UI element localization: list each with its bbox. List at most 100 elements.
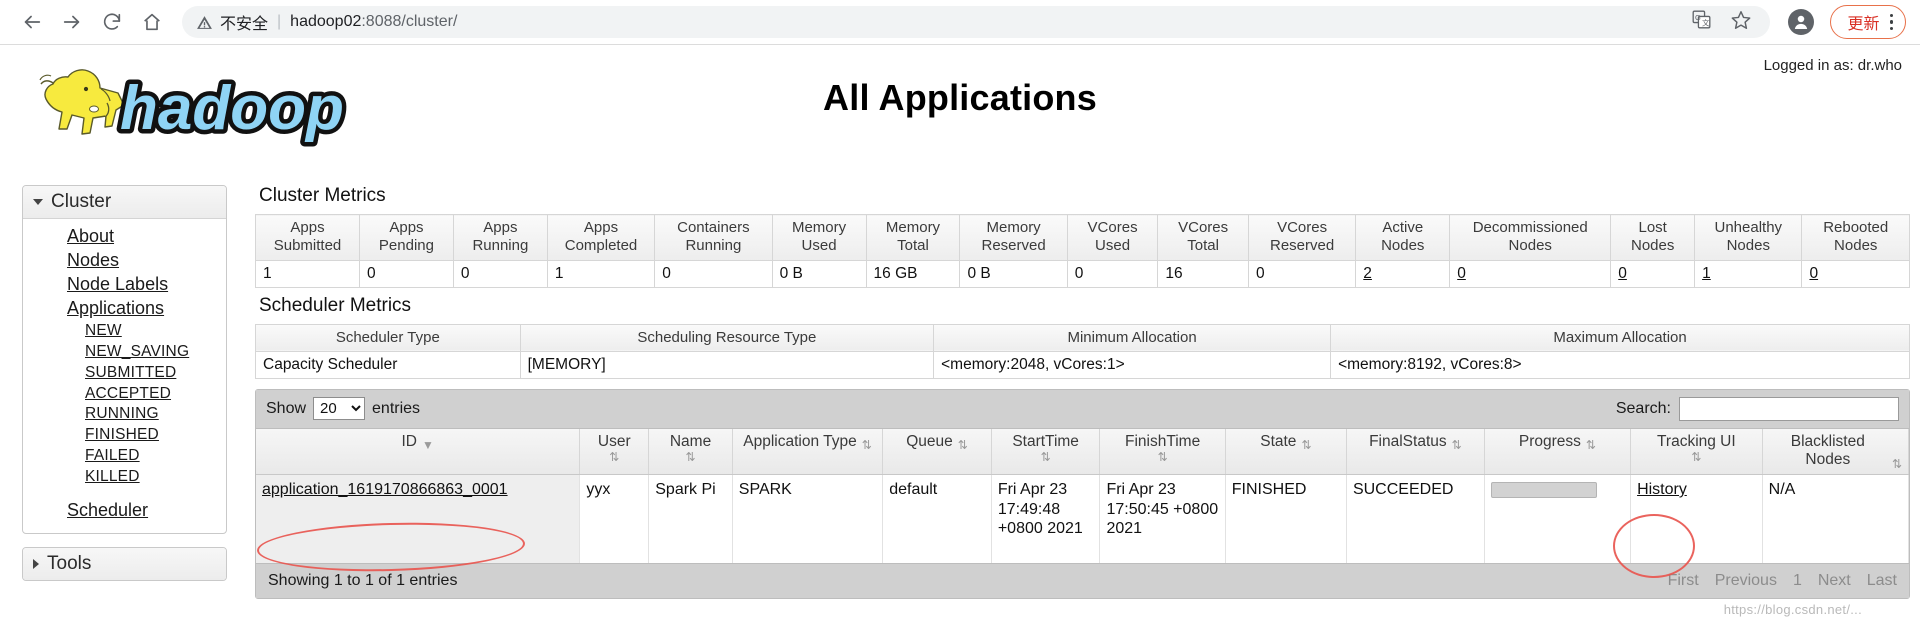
reload-button[interactable]: [94, 4, 130, 40]
sidebar-item-about[interactable]: About: [23, 225, 226, 249]
rebooted-nodes-link[interactable]: 0: [1809, 265, 1818, 282]
sidebar-item-node-labels[interactable]: Node Labels: [23, 273, 226, 297]
pagination-previous[interactable]: Previous: [1715, 572, 1777, 590]
th-state[interactable]: State ⇅: [1225, 428, 1347, 476]
td-scheduling-resource-type: [MEMORY]: [519, 351, 935, 379]
sidebar-item-state-killed[interactable]: KILLED: [23, 467, 226, 488]
sort-both-icon[interactable]: ⇅: [1301, 439, 1311, 451]
star-icon[interactable]: [1730, 9, 1752, 36]
sort-both-icon[interactable]: ⇅: [862, 439, 872, 451]
sidebar-item-state-finished[interactable]: FINISHED: [23, 425, 226, 446]
th-name[interactable]: Name ⇅: [648, 428, 733, 476]
page-length-select[interactable]: 20 50 100: [313, 397, 366, 421]
not-secure-warning-icon[interactable]: [196, 14, 213, 31]
td-active-nodes[interactable]: 2: [1355, 260, 1451, 288]
cell-id[interactable]: application_1619170866863_0001: [256, 474, 581, 563]
th-user[interactable]: User ⇅: [579, 428, 650, 476]
th-apps-completed: Apps Completed: [546, 214, 656, 261]
home-button[interactable]: [134, 4, 170, 40]
sidebar-item-state-new-saving[interactable]: NEW_SAVING: [23, 342, 226, 363]
th-final-status[interactable]: FinalStatus ⇅: [1346, 428, 1485, 476]
reload-icon: [101, 11, 123, 33]
th-blacklisted-nodes[interactable]: Blacklisted Nodes ⇅: [1762, 428, 1910, 476]
sort-both-icon[interactable]: ⇅: [1892, 458, 1902, 470]
th-tracking-ui[interactable]: Tracking UI ⇅: [1630, 428, 1763, 476]
translate-icon[interactable]: G文: [1691, 9, 1712, 35]
search-input[interactable]: [1679, 396, 1899, 421]
page-title: All Applications: [823, 77, 1097, 118]
datatable-footer: Showing 1 to 1 of 1 entries First Previo…: [256, 562, 1909, 598]
pagination-last[interactable]: Last: [1867, 572, 1897, 590]
scheduler-metrics-value-row: Capacity Scheduler [MEMORY] <memory:2048…: [255, 351, 1910, 379]
th-apps-running: Apps Running: [452, 214, 548, 261]
sidebar-item-state-submitted[interactable]: SUBMITTED: [23, 363, 226, 384]
td-lost-nodes[interactable]: 0: [1610, 260, 1696, 288]
unhealthy-nodes-link[interactable]: 1: [1702, 265, 1711, 282]
th-progress[interactable]: Progress ⇅: [1484, 428, 1632, 476]
cell-finish-time: Fri Apr 23 17:50:45 +0800 2021: [1099, 474, 1226, 563]
sidebar-section-cluster[interactable]: Cluster: [23, 186, 226, 219]
th-application-type[interactable]: Application Type ⇅: [732, 428, 884, 476]
th-state-label: State: [1260, 432, 1297, 450]
td-memory-used: 0 B: [771, 260, 867, 288]
decommissioned-nodes-link[interactable]: 0: [1457, 265, 1466, 282]
history-link[interactable]: History: [1637, 481, 1687, 498]
home-icon: [141, 11, 163, 33]
th-decommissioned-nodes: Decommissioned Nodes: [1449, 214, 1612, 261]
th-vcores-total: VCores Total: [1157, 214, 1249, 261]
sort-both-icon[interactable]: ⇅: [998, 451, 1094, 463]
pagination-next[interactable]: Next: [1818, 572, 1851, 590]
td-decommissioned-nodes[interactable]: 0: [1449, 260, 1612, 288]
sidebar-item-state-accepted[interactable]: ACCEPTED: [23, 384, 226, 405]
th-containers-running: Containers Running: [654, 214, 773, 261]
back-button[interactable]: [14, 4, 50, 40]
td-unhealthy-nodes[interactable]: 1: [1694, 260, 1803, 288]
sidebar-item-state-failed[interactable]: FAILED: [23, 446, 226, 467]
chevron-down-icon: [33, 199, 43, 205]
td-apps-completed: 1: [546, 260, 656, 288]
update-button[interactable]: 更新: [1830, 5, 1906, 39]
cell-tracking-ui[interactable]: History: [1630, 474, 1763, 563]
application-id-link[interactable]: application_1619170866863_0001: [262, 481, 508, 498]
url-path: /cluster/: [401, 13, 458, 30]
th-memory-reserved: Memory Reserved: [959, 214, 1068, 261]
sort-both-icon[interactable]: ⇅: [1637, 451, 1756, 463]
pagination-page-1[interactable]: 1: [1793, 572, 1802, 590]
sort-desc-icon[interactable]: ▼: [422, 439, 434, 451]
profile-avatar-icon[interactable]: [1788, 9, 1815, 35]
th-finish-time[interactable]: FinishTime ⇅: [1099, 428, 1226, 476]
th-tracking-ui-label: Tracking UI: [1657, 432, 1736, 450]
address-bar[interactable]: 不安全 | hadoop02:8088/cluster/ G文: [182, 6, 1771, 38]
sort-both-icon[interactable]: ⇅: [586, 451, 642, 463]
sidebar-item-scheduler[interactable]: Scheduler: [23, 499, 226, 523]
sort-both-icon[interactable]: ⇅: [1106, 451, 1218, 463]
th-queue[interactable]: Queue ⇅: [882, 428, 992, 476]
show-label: Show: [266, 399, 307, 417]
th-id[interactable]: ID ▼: [256, 428, 581, 476]
cluster-metrics-table: Apps Submitted Apps Pending Apps Running…: [255, 214, 1910, 288]
td-maximum-allocation: <memory:8192, vCores:8>: [1330, 351, 1910, 379]
sort-both-icon[interactable]: ⇅: [1586, 439, 1596, 451]
forward-button[interactable]: [54, 4, 90, 40]
pagination-first[interactable]: First: [1668, 572, 1699, 590]
sidebar-section-tools[interactable]: Tools: [23, 548, 226, 581]
active-nodes-link[interactable]: 2: [1363, 265, 1372, 282]
sort-both-icon[interactable]: ⇅: [655, 451, 726, 463]
th-memory-used: Memory Used: [771, 214, 867, 261]
sidebar-item-state-running[interactable]: RUNNING: [23, 404, 226, 425]
sidebar-item-applications[interactable]: Applications: [23, 297, 226, 321]
sidebar-item-nodes[interactable]: Nodes: [23, 249, 226, 273]
sidebar-item-state-new[interactable]: NEW: [23, 321, 226, 342]
lost-nodes-link[interactable]: 0: [1618, 265, 1627, 282]
kebab-menu-icon[interactable]: [1889, 13, 1893, 31]
page-body: Logged in as: dr.who hadoop hadoop All A…: [0, 45, 1920, 628]
url-port: :8088: [361, 13, 402, 30]
sort-both-icon[interactable]: ⇅: [958, 439, 968, 451]
svg-text:G: G: [1696, 13, 1702, 22]
sort-both-icon[interactable]: ⇅: [1452, 439, 1462, 451]
th-blacklisted-nodes-label: Blacklisted Nodes: [1790, 432, 1865, 469]
th-start-time[interactable]: StartTime ⇅: [991, 428, 1101, 476]
th-user-label: User: [597, 432, 631, 450]
table-row[interactable]: application_1619170866863_0001 yyx Spark…: [256, 474, 1910, 563]
td-rebooted-nodes[interactable]: 0: [1801, 260, 1910, 288]
